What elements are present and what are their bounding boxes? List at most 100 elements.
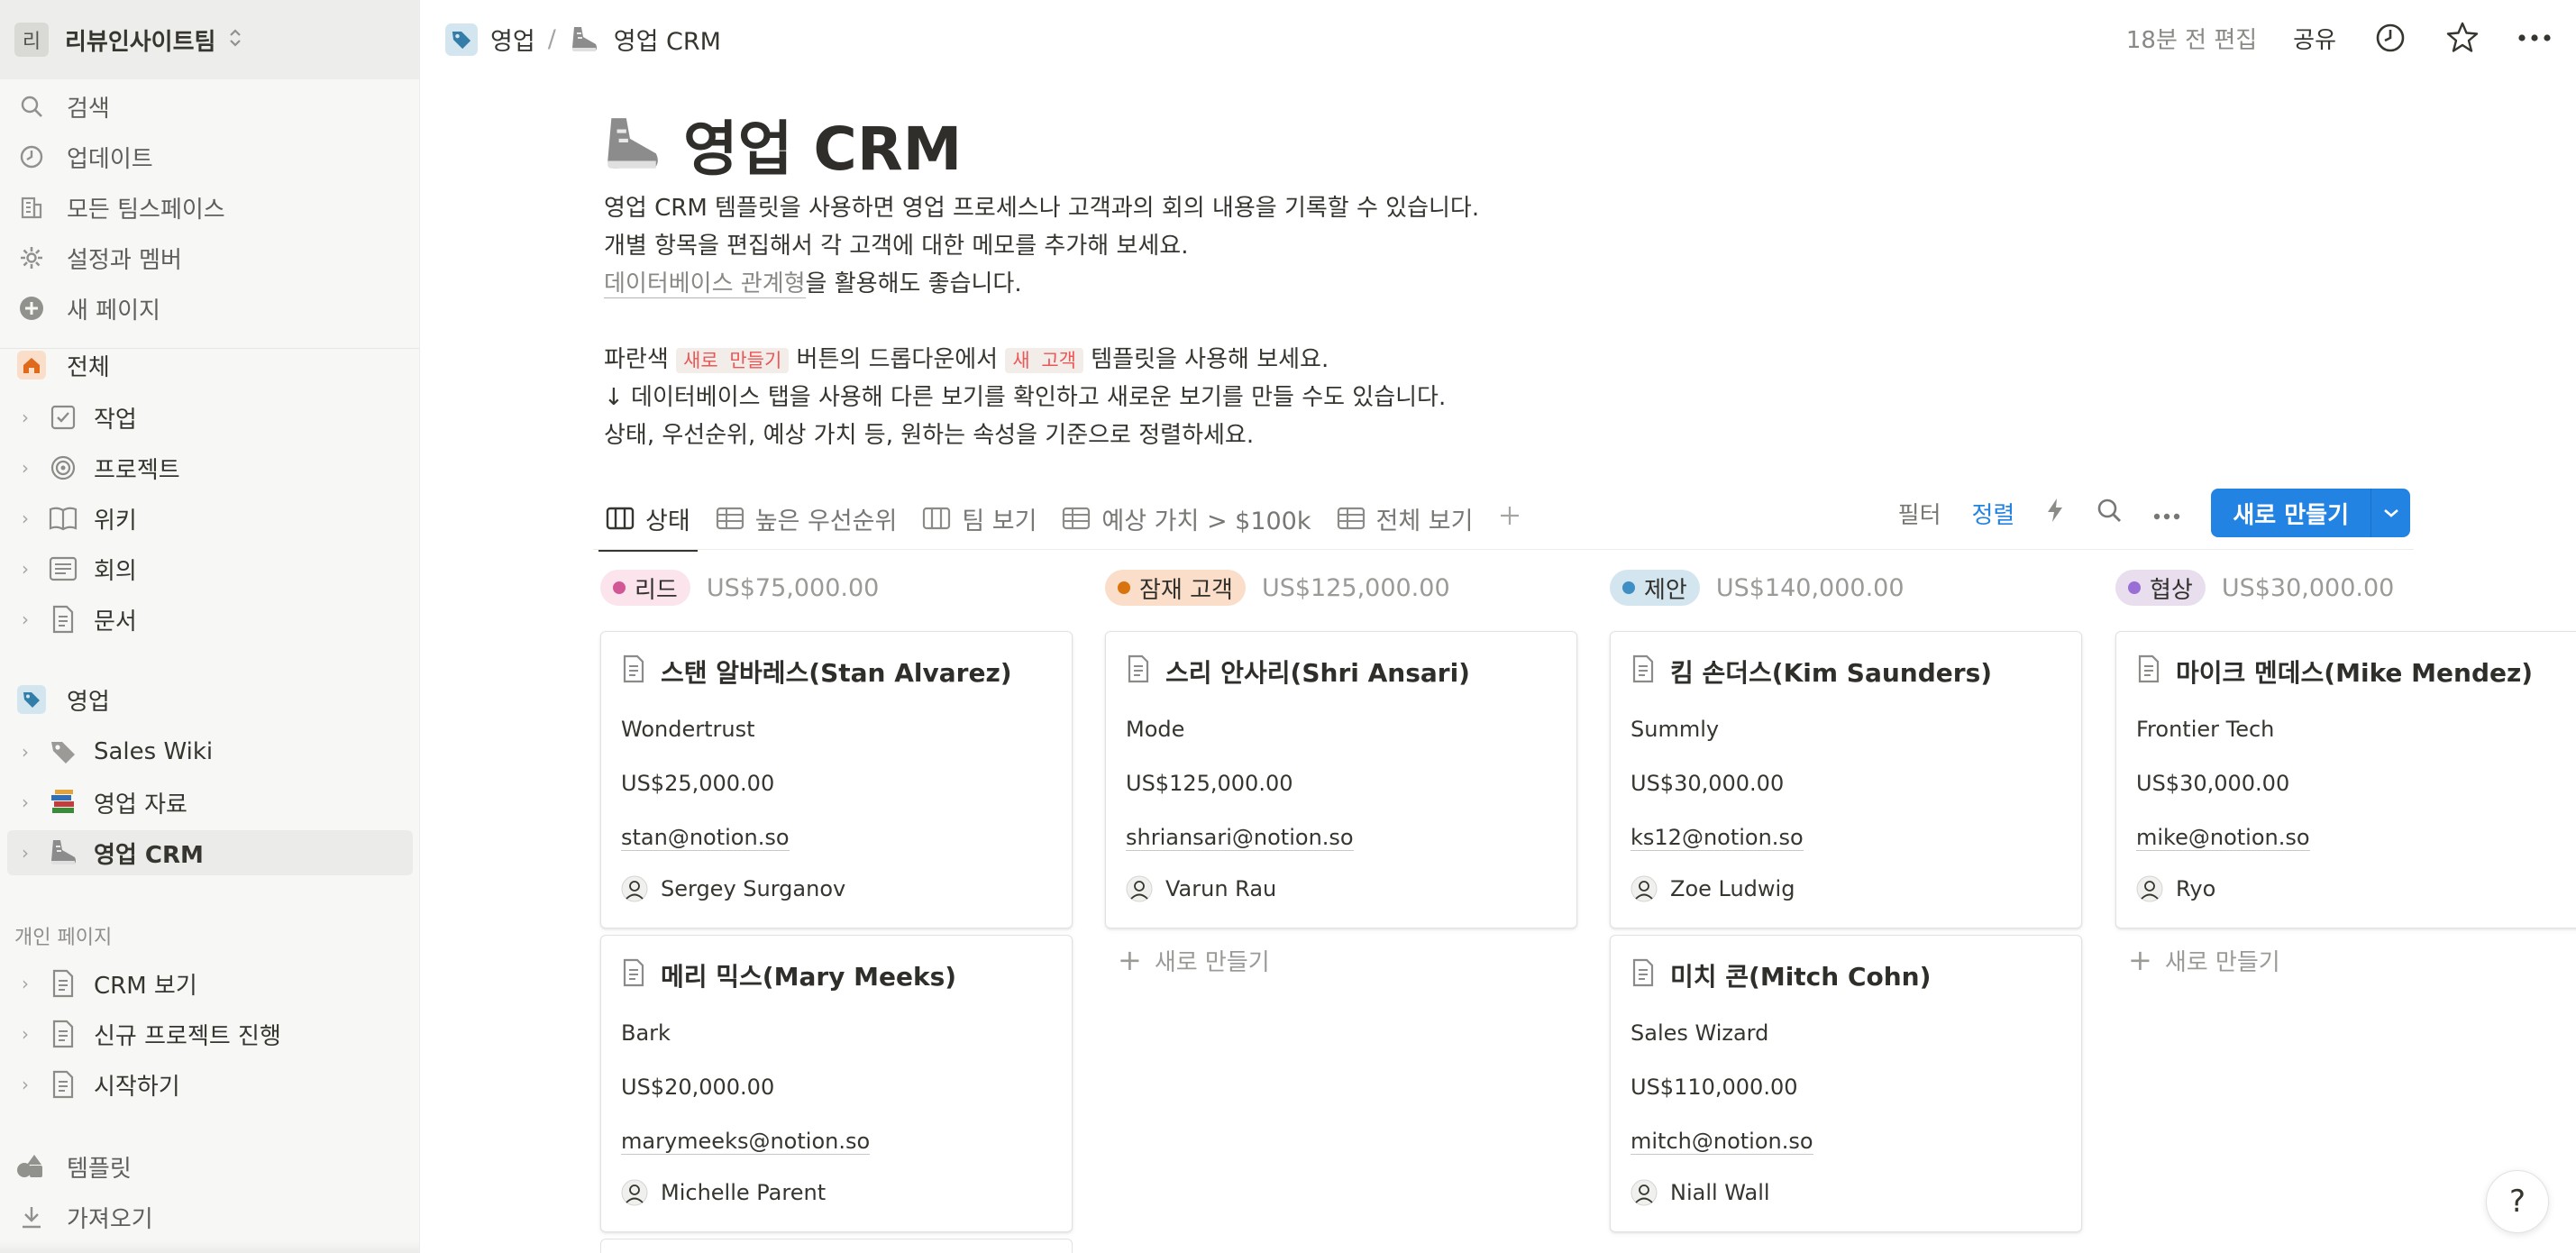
card-email[interactable]: mitch@notion.so [1631, 1129, 1813, 1155]
card-email[interactable]: ks12@notion.so [1631, 825, 1804, 851]
crm-card[interactable]: 마이크 멘데스(Mike Mendez) Frontier Tech US$30,0… [2115, 631, 2576, 928]
column-header[interactable]: 제안 US$140,000.00 [1610, 570, 2082, 606]
chevron-right-icon[interactable]: › [16, 558, 34, 580]
sidebar-item-label: 영업 CRM [94, 841, 204, 869]
sidebar-item-label: 프로젝트 [94, 456, 180, 484]
chevron-right-icon[interactable]: › [16, 457, 34, 479]
column-header[interactable]: 협상 US$30,000.00 [2115, 570, 2576, 606]
history-clock-icon[interactable] [2372, 20, 2408, 56]
sidebar-teamspace-sales[interactable]: 영업 [0, 677, 419, 722]
card-email[interactable]: marymeeks@notion.so [621, 1129, 871, 1155]
tab-high-priority[interactable]: 높은 우선순위 [703, 487, 910, 550]
sidebar-item-new-page[interactable]: 새 페이지 [0, 286, 419, 331]
chevron-right-icon[interactable]: › [16, 973, 34, 994]
star-icon[interactable] [2444, 20, 2480, 56]
breadcrumb-label: 영업 [490, 28, 535, 56]
chevron-down-icon[interactable] [2370, 489, 2410, 537]
card-email[interactable]: shriansari@notion.so [1126, 825, 1354, 851]
card-email[interactable]: stan@notion.so [621, 825, 790, 851]
crm-card[interactable] [600, 1239, 1073, 1253]
tab-status[interactable]: 상태 [593, 487, 703, 552]
crm-card[interactable]: 미치 콘(Mitch Cohn) Sales Wizard US$110,000.0… [1610, 935, 2082, 1232]
sidebar-item-new-project[interactable]: › 신규 프로젝트 진행 [0, 1011, 419, 1056]
new-button-main[interactable]: 새로 만들기 [2211, 489, 2370, 537]
sidebar-teamspace-all[interactable]: 전체 [0, 343, 419, 388]
sidebar-item-projects[interactable]: › 프로젝트 [0, 445, 419, 490]
sidebar-item-label: 신규 프로젝트 진행 [94, 1022, 281, 1050]
more-icon[interactable] [2517, 20, 2553, 56]
automation-bolt-icon[interactable] [2045, 497, 2065, 530]
sort-button[interactable]: 정렬 [1972, 497, 2015, 530]
tab-expected-value[interactable]: 예상 가치 > $100k [1049, 487, 1323, 550]
sidebar-item-label: 업데이트 [67, 145, 153, 173]
sidebar-item-label: 템플릿 [67, 1155, 132, 1183]
view-tabs-divider [593, 549, 2414, 550]
workspace-avatar: 리 [14, 23, 49, 57]
sidebar-item-sales-crm[interactable]: › 영업 CRM [7, 830, 413, 875]
chevron-right-icon[interactable]: › [16, 508, 34, 529]
gear-icon [16, 242, 47, 273]
crm-card[interactable]: 스탠 알바레스(Stan Alvarez) Wondertrust US$25,00… [600, 631, 1073, 928]
workspace-name: 리뷰인사이트팀 [65, 28, 216, 56]
sidebar-item-all-teamspaces[interactable]: 모든 팀스페이스 [0, 185, 419, 230]
inline-code: 새로 만들기 [676, 348, 790, 373]
view-toolbar: 필터 정렬 새로 만들기 [1898, 489, 2410, 537]
workspace-switcher[interactable]: 리 리뷰인사이트팀 [0, 0, 419, 79]
chevron-right-icon[interactable]: › [16, 1023, 34, 1045]
chevron-right-icon[interactable]: › [16, 407, 34, 428]
chevron-updown-icon [228, 27, 242, 53]
column-header[interactable]: 잠재 고객 US$125,000.00 [1105, 570, 1577, 606]
add-view-button[interactable] [1485, 487, 1534, 550]
more-icon[interactable] [2153, 499, 2180, 526]
add-card-button[interactable]: + 새로 만들기 [1118, 943, 1270, 977]
breadcrumb-item-sales[interactable]: 영업 [445, 22, 535, 57]
new-button: 새로 만들기 [2211, 489, 2410, 537]
status-badge: 협상 [2115, 570, 2206, 606]
crm-card[interactable]: 킴 손더스(Kim Saunders) Summly US$30,000.00 ks1… [1610, 631, 2082, 928]
sidebar-item-wiki[interactable]: › 위키 [0, 496, 419, 541]
crm-card[interactable]: 스리 안사리(Shri Ansari) Mode US$125,000.00 shri… [1105, 631, 1577, 928]
document-icon [1631, 958, 1656, 993]
sidebar-item-tasks[interactable]: › 작업 [0, 395, 419, 440]
tab-all-view[interactable]: 전체 보기 [1324, 487, 1486, 550]
chevron-right-icon[interactable]: › [16, 1074, 34, 1095]
sidebar-item-meetings[interactable]: › 회의 [0, 546, 419, 591]
card-company: Bark [621, 1020, 671, 1046]
share-button[interactable]: 공유 [2293, 22, 2336, 55]
tab-team-view[interactable]: 팀 보기 [909, 487, 1049, 550]
chevron-right-icon[interactable]: › [16, 791, 34, 813]
filter-button[interactable]: 필터 [1898, 497, 1941, 530]
add-card-button[interactable]: + 새로 만들기 [2128, 943, 2280, 977]
crm-card[interactable]: 메리 믹스(Mary Meeks) Bark US$20,000.00 marymee… [600, 935, 1073, 1232]
sidebar-item-label: 새 페이지 [67, 297, 160, 325]
sidebar-item-sales-wiki[interactable]: › Sales Wiki [0, 729, 419, 774]
sidebar-item-settings[interactable]: 설정과 멤버 [0, 235, 419, 280]
card-title: 메리 믹스(Mary Meeks) [621, 957, 956, 993]
sidebar-item-docs[interactable]: › 문서 [0, 597, 419, 642]
sidebar-item-getting-started[interactable]: › 시작하기 [0, 1062, 419, 1107]
chevron-right-icon[interactable]: › [16, 608, 34, 630]
card-value: US$30,000.00 [2136, 771, 2290, 796]
plus-icon: + [1118, 943, 1142, 977]
chevron-right-icon[interactable]: › [16, 741, 34, 763]
search-icon[interactable] [2096, 497, 2123, 530]
sidebar-item-label: 검색 [67, 95, 110, 123]
breadcrumb-item-sales-crm[interactable]: 영업 CRM [569, 22, 721, 57]
sidebar-item-updates[interactable]: 업데이트 [0, 134, 419, 179]
sidebar-item-sales-materials[interactable]: › 영업 자료 [0, 780, 419, 825]
card-owner: Ryo [2136, 875, 2215, 902]
column-header[interactable]: 리드 US$75,000.00 [600, 570, 1073, 606]
sidebar-item-search[interactable]: 검색 [0, 84, 419, 129]
page-title-text[interactable]: 영업 CRM [683, 101, 962, 187]
chevron-right-icon[interactable]: › [16, 842, 34, 864]
card-email[interactable]: mike@notion.so [2136, 825, 2310, 851]
card-title: 미치 콘(Mitch Cohn) [1631, 957, 1931, 993]
database-relation-link[interactable]: 데이터베이스 관계형 [604, 270, 806, 298]
column-total: US$30,000.00 [2221, 573, 2395, 602]
help-button[interactable]: ? [2486, 1170, 2549, 1233]
sidebar-item-crm-view[interactable]: › CRM 보기 [0, 961, 419, 1006]
board-column: 잠재 고객 US$125,000.00 스리 안사리(Shri Ansari) Mod… [1105, 570, 1577, 977]
sidebar-item-templates[interactable]: 템플릿 [0, 1144, 419, 1189]
card-company: Sales Wizard [1631, 1020, 1769, 1046]
sidebar-item-import[interactable]: 가져오기 [0, 1194, 419, 1239]
